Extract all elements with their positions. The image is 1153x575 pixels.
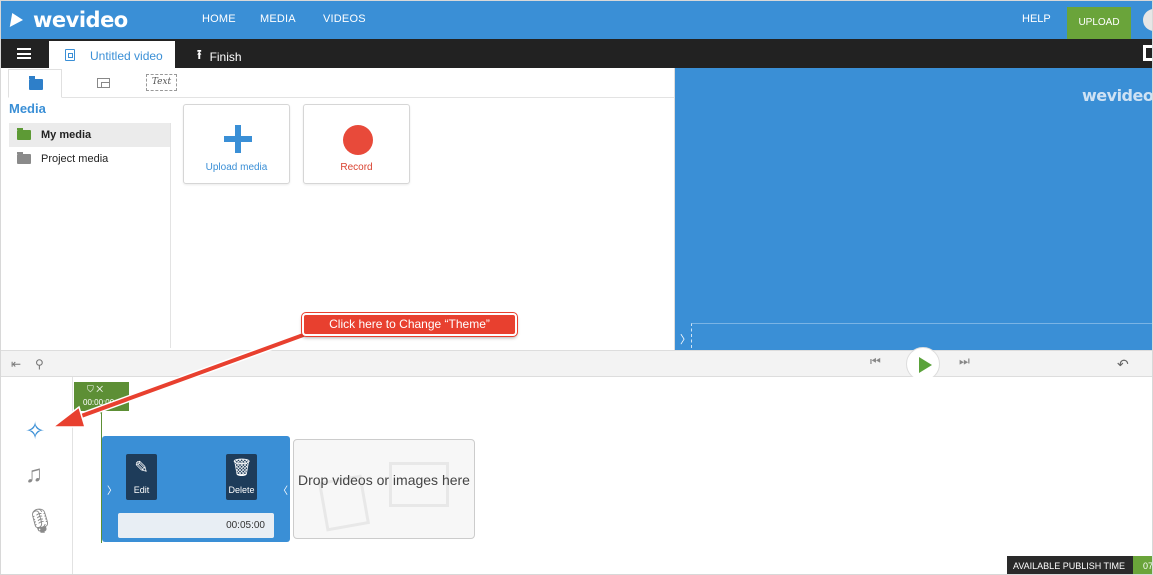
avatar[interactable] — [1143, 9, 1152, 31]
folder-label: Project media — [41, 153, 109, 165]
timeline-clip[interactable]: 〉 ✎ Edit 🗑 Delete 〈 00:05:00 — [102, 436, 290, 542]
clip-left-trim-icon[interactable]: 〉 — [107, 482, 117, 497]
preview-watermark: wevideo — [1082, 86, 1153, 105]
skip-back-icon[interactable]: ⏮ — [870, 354, 881, 369]
film-icon — [65, 49, 75, 61]
record-card[interactable]: Record — [303, 104, 410, 184]
hamburger-menu-icon[interactable] — [17, 48, 31, 59]
video-preview[interactable] — [675, 68, 1152, 350]
delete-button[interactable]: 🗑 Delete — [226, 454, 257, 500]
nav-help[interactable]: HELP — [1022, 13, 1051, 25]
editor-toolbar: Untitled video — [1, 39, 1152, 68]
media-tabs: Text — [8, 69, 674, 98]
folder-my-media[interactable]: My media — [9, 123, 170, 147]
edit-button[interactable]: ✎ Edit — [126, 454, 157, 500]
nav-videos[interactable]: VIDEOS — [323, 13, 366, 25]
plus-icon — [224, 125, 252, 153]
finish-label: Finish — [209, 50, 242, 64]
preview-scrubber[interactable] — [691, 323, 1152, 348]
edit-label: Edit — [133, 485, 150, 495]
delete-label: Delete — [228, 485, 255, 495]
media-folder-icon — [29, 76, 43, 90]
collapse-icon[interactable]: ⇤ — [11, 357, 21, 371]
transitions-icon — [97, 78, 110, 88]
playhead-marker[interactable]: ⛉ ✕ 00:00:00 — [74, 382, 129, 411]
project-tab[interactable]: Untitled video — [49, 41, 175, 68]
upload-media-card[interactable]: Upload media — [183, 104, 290, 184]
folder-label: My media — [41, 129, 92, 141]
media-folder-list: My media Project media — [9, 123, 171, 348]
drop-zone[interactable]: Drop videos or images here — [293, 439, 475, 539]
publish-time-label: AVAILABLE PUBLISH TIME — [1007, 556, 1133, 574]
clip-right-trim-icon[interactable]: 〈 — [278, 482, 288, 497]
drop-zone-text: Drop videos or images here — [298, 472, 470, 488]
wevideo-logo[interactable]: wevideo — [9, 8, 128, 32]
play-button[interactable] — [906, 347, 940, 381]
magic-wand-icon[interactable]: ✧ — [25, 417, 45, 446]
theme-callout: Click here to Change “Theme” — [302, 313, 517, 336]
top-nav: wevideo HOME MEDIA VIDEOS HELP UPLOAD — [1, 1, 1152, 39]
undo-icon[interactable]: ↶ — [1117, 356, 1129, 373]
upload-button[interactable]: UPLOAD — [1067, 7, 1131, 39]
timeline-tracks-sidebar: ✧ ♫ 🎙 — [1, 377, 73, 574]
playback-bar: ⇤ ⚲ — [1, 350, 1152, 377]
tab-media[interactable] — [8, 69, 62, 98]
microphone-icon[interactable]: 🎙 — [25, 507, 55, 536]
project-title: Untitled video — [90, 49, 163, 63]
app-frame: wevideo HOME MEDIA VIDEOS HELP UPLOAD Un… — [0, 0, 1153, 575]
upload-media-label: Upload media — [205, 162, 268, 173]
nav-media[interactable]: MEDIA — [260, 13, 296, 25]
marker-time: 00:00:00 — [83, 398, 115, 407]
fullscreen-icon[interactable] — [1143, 45, 1152, 61]
pencil-icon: ✎ — [134, 458, 149, 477]
tab-text[interactable]: Text — [146, 74, 177, 91]
logo-play-icon — [9, 13, 25, 27]
publish-time-value: 07 — [1133, 556, 1152, 574]
search-icon[interactable]: ⚲ — [35, 357, 44, 371]
record-icon — [343, 125, 373, 155]
preview-chevron-icon[interactable]: 〉 — [680, 331, 691, 347]
record-label: Record — [340, 162, 373, 173]
marker-controls-icon: ⛉ ✕ — [87, 384, 104, 394]
skip-forward-icon[interactable]: ⏭ — [959, 354, 970, 369]
folder-icon — [17, 128, 31, 140]
clip-duration: 00:05:00 — [118, 513, 274, 538]
nav-home[interactable]: HOME — [202, 13, 236, 25]
folder-project-media[interactable]: Project media — [9, 147, 170, 171]
upload-arrow-icon: ⭱ — [197, 47, 202, 62]
logo-text: wevideo — [33, 8, 128, 32]
music-note-icon[interactable]: ♫ — [25, 461, 43, 489]
trash-icon: 🗑 — [230, 458, 253, 477]
finish-button[interactable]: ⭱ Finish — [197, 46, 242, 68]
folder-icon — [17, 152, 31, 164]
media-title: Media — [9, 101, 46, 116]
tab-transitions[interactable] — [77, 69, 131, 98]
